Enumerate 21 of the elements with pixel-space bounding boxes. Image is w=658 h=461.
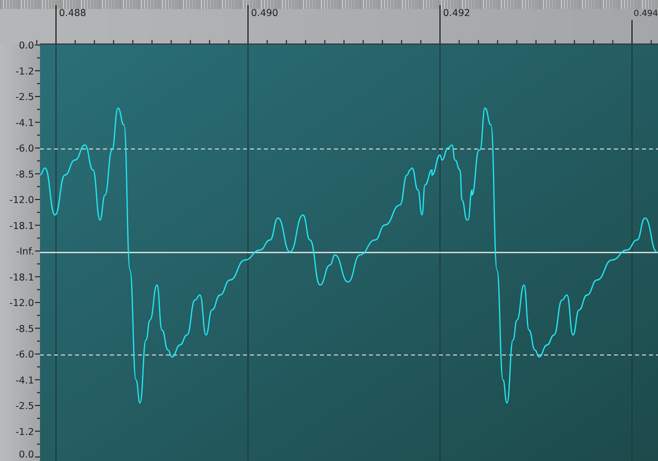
time-label: 0.494: [634, 9, 658, 19]
level-label: -8.5: [15, 169, 34, 180]
level-label: 0.0: [18, 450, 34, 460]
level-label: -Inf.: [16, 246, 34, 258]
level-label: -12.0: [9, 298, 34, 309]
level-label: -2.5: [15, 401, 34, 412]
level-label: -12.0: [9, 195, 34, 206]
level-label: -6.0: [15, 350, 34, 360]
level-label: -2.5: [15, 92, 34, 103]
level-label: -4.1: [15, 118, 34, 129]
level-label: -18.1: [9, 272, 34, 284]
level-label: -8.5: [15, 324, 34, 335]
time-label: 0.492: [443, 8, 470, 19]
level-label: -18.1: [9, 220, 34, 232]
time-label: 0.488: [59, 8, 86, 19]
level-label: -6.0: [15, 144, 34, 154]
level-label: -4.1: [15, 375, 34, 386]
level-label: 0.0: [18, 40, 34, 52]
time-label: 0.490: [251, 8, 278, 19]
level-label: -1.2: [15, 66, 34, 78]
level-label: -1.2: [15, 426, 34, 438]
